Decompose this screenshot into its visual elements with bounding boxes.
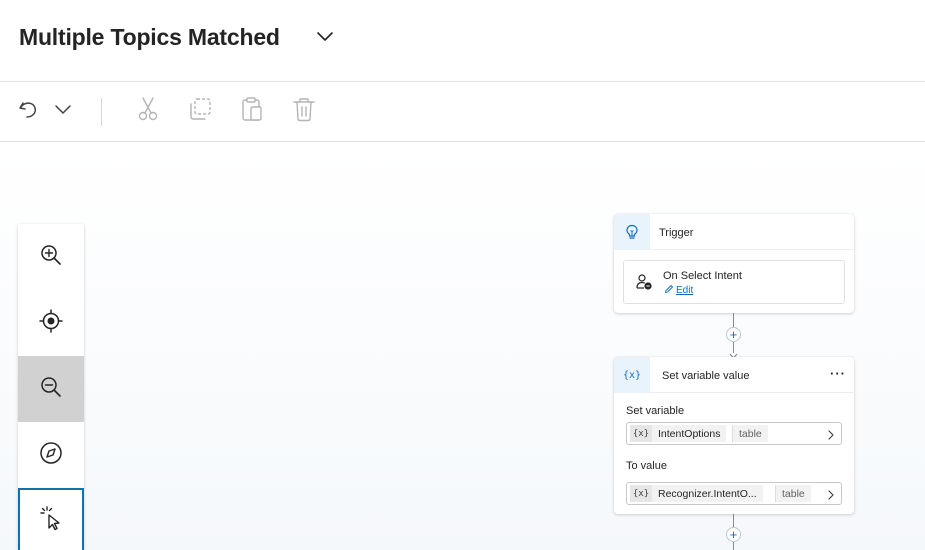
zoom-in-icon xyxy=(38,242,64,273)
zoom-in-button[interactable] xyxy=(18,224,84,290)
set-variable-node[interactable]: {x} Set variable value ··· Set variable … xyxy=(614,357,854,514)
add-node-button[interactable]: + xyxy=(726,327,741,342)
trigger-node[interactable]: Trigger On Select Intent Edit xyxy=(614,214,854,313)
to-value-label: To value xyxy=(626,460,667,472)
person-chat-icon xyxy=(635,273,653,291)
crosshair-icon xyxy=(38,308,64,339)
undo-icon xyxy=(15,96,41,127)
pencil-icon xyxy=(664,284,674,297)
edit-link[interactable]: Edit xyxy=(664,284,693,297)
value-type: table xyxy=(775,485,811,502)
chevron-right-icon xyxy=(827,428,835,440)
toolbar-divider xyxy=(101,98,102,126)
variable-name: IntentOptions xyxy=(652,425,727,442)
set-variable-label: Set variable xyxy=(626,405,685,417)
intent-label: On Select Intent xyxy=(663,270,742,282)
trigger-node-title: Trigger xyxy=(659,227,694,239)
undo-button[interactable] xyxy=(13,96,43,126)
variable-type: table xyxy=(732,425,768,442)
chevron-right-icon xyxy=(827,488,835,500)
cursor-click-icon xyxy=(37,504,65,537)
scissors-icon xyxy=(135,95,161,128)
add-node-button[interactable]: + xyxy=(726,527,741,542)
zoom-out-icon xyxy=(38,374,64,405)
trash-icon xyxy=(290,95,318,128)
copy-icon xyxy=(186,95,214,128)
compass-icon xyxy=(38,440,64,471)
edit-link-label: Edit xyxy=(676,285,694,296)
copy-button[interactable] xyxy=(185,96,215,126)
chevron-down-icon xyxy=(52,99,74,124)
trigger-node-header: Trigger xyxy=(614,214,854,250)
lightbulb-icon xyxy=(614,214,650,250)
trigger-intent-box[interactable]: On Select Intent Edit xyxy=(623,260,845,304)
toolbar xyxy=(0,82,925,142)
more-options-button[interactable]: ··· xyxy=(830,366,846,381)
delete-button[interactable] xyxy=(289,96,319,126)
value-name: Recognizer.IntentO... xyxy=(652,485,763,502)
variable-picker[interactable]: {x} IntentOptions table xyxy=(626,422,842,445)
paste-button[interactable] xyxy=(237,96,267,126)
value-chip-icon: {x} xyxy=(630,485,652,502)
set-variable-node-header: {x} Set variable value ··· xyxy=(614,357,854,393)
variable-chip-icon: {x} xyxy=(630,425,652,442)
undo-menu-button[interactable] xyxy=(48,96,78,126)
minimap-button[interactable] xyxy=(18,422,84,488)
value-picker[interactable]: {x} Recognizer.IntentO... table xyxy=(626,482,842,505)
clipboard-icon xyxy=(238,95,266,128)
zoom-out-button[interactable] xyxy=(18,356,84,422)
chevron-down-icon[interactable] xyxy=(314,28,336,46)
recenter-button[interactable] xyxy=(18,290,84,356)
page-header: Multiple Topics Matched xyxy=(0,0,925,82)
set-variable-node-title: Set variable value xyxy=(662,370,750,382)
page-title: Multiple Topics Matched xyxy=(19,24,280,50)
variable-icon: {x} xyxy=(614,357,650,393)
select-mode-button[interactable] xyxy=(18,488,84,550)
zoom-controls xyxy=(18,224,84,550)
cut-button[interactable] xyxy=(133,96,163,126)
